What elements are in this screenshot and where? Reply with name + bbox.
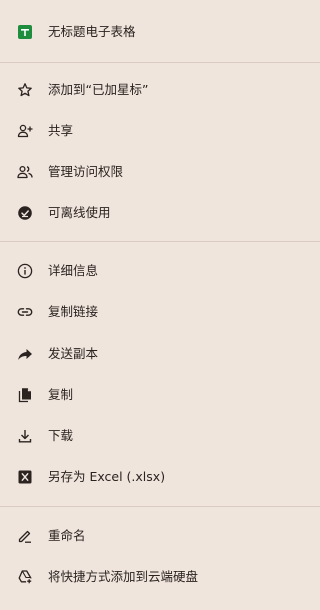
menu-item-offline[interactable]: 可离线使用 bbox=[0, 193, 320, 233]
file-name: 无标题电子表格 bbox=[48, 24, 136, 39]
people-icon bbox=[17, 164, 33, 180]
menu-item-copy-link[interactable]: 复制链接 bbox=[0, 292, 320, 332]
info-icon bbox=[17, 263, 33, 279]
menu-item-label: 添加到“已加星标” bbox=[48, 82, 149, 97]
menu-item-manage-access[interactable]: 管理访问权限 bbox=[0, 152, 320, 192]
forward-arrow-icon bbox=[17, 346, 33, 362]
menu-item-label: 详细信息 bbox=[48, 263, 99, 278]
divider bbox=[0, 62, 320, 63]
menu-item-star[interactable]: 添加到“已加星标” bbox=[0, 70, 320, 110]
drive-add-icon bbox=[17, 569, 33, 585]
menu-item-label: 可离线使用 bbox=[48, 205, 111, 220]
menu-item-details[interactable]: 详细信息 bbox=[0, 251, 320, 291]
offline-check-icon bbox=[17, 205, 33, 221]
star-outline-icon bbox=[17, 82, 33, 98]
menu-item-save-as-excel[interactable]: 另存为 Excel (.xlsx) bbox=[0, 457, 320, 497]
file-header: 无标题电子表格 bbox=[0, 12, 320, 52]
menu-item-label: 重命名 bbox=[48, 528, 86, 543]
link-icon bbox=[17, 304, 33, 320]
person-add-icon bbox=[17, 123, 33, 139]
menu-item-add-shortcut[interactable]: 将快捷方式添加到云端硬盘 bbox=[0, 557, 320, 597]
menu-item-label: 共享 bbox=[48, 123, 74, 138]
bottom-sheet-menu: 无标题电子表格 添加到“已加星标” 共享 管理访问权限 可离线使用 详细信息 复… bbox=[0, 0, 320, 610]
menu-item-label: 复制链接 bbox=[48, 304, 99, 319]
menu-item-download[interactable]: 下载 bbox=[0, 416, 320, 456]
menu-item-duplicate[interactable]: 复制 bbox=[0, 375, 320, 415]
menu-item-label: 将快捷方式添加到云端硬盘 bbox=[48, 569, 199, 584]
google-sheets-icon bbox=[17, 24, 33, 40]
copy-document-icon bbox=[17, 387, 33, 403]
menu-item-label: 下载 bbox=[48, 428, 74, 443]
menu-item-label: 另存为 Excel (.xlsx) bbox=[48, 469, 166, 484]
divider bbox=[0, 241, 320, 242]
menu-item-label: 复制 bbox=[48, 387, 74, 402]
menu-item-rename[interactable]: 重命名 bbox=[0, 516, 320, 556]
menu-item-label: 发送副本 bbox=[48, 346, 99, 361]
excel-icon bbox=[17, 469, 33, 485]
download-icon bbox=[17, 428, 33, 444]
menu-item-share[interactable]: 共享 bbox=[0, 111, 320, 151]
divider bbox=[0, 506, 320, 507]
menu-item-send-copy[interactable]: 发送副本 bbox=[0, 334, 320, 374]
menu-item-label: 管理访问权限 bbox=[48, 164, 124, 179]
pencil-icon bbox=[17, 528, 33, 544]
